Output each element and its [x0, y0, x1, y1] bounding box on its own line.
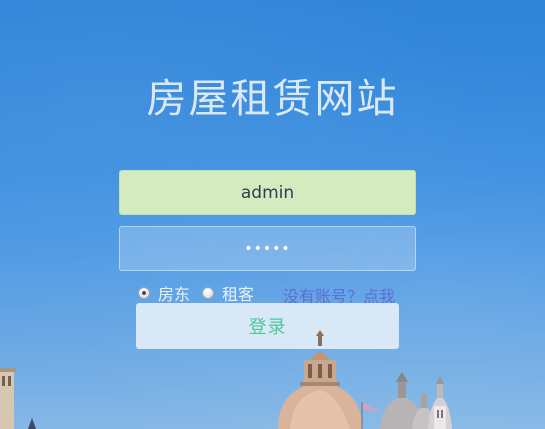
role-landlord-radio[interactable]	[138, 287, 150, 299]
skyline-background-image	[0, 330, 452, 429]
role-selector: 房东 租客	[138, 281, 266, 305]
page-title: 房屋租赁网站	[146, 76, 399, 122]
role-tenant-label[interactable]: 租客	[222, 281, 254, 305]
username-input[interactable]	[119, 170, 416, 215]
role-tenant-radio[interactable]	[202, 287, 215, 299]
role-landlord-label[interactable]: 房东	[158, 281, 190, 305]
password-input[interactable]	[119, 226, 416, 271]
